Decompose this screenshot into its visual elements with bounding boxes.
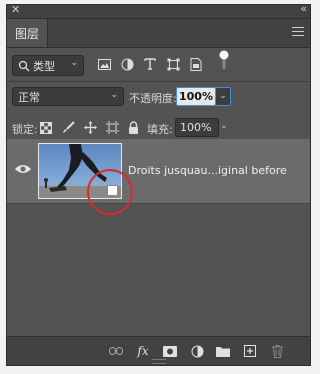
trash-icon[interactable]: [270, 344, 284, 358]
filter-toggle-icon[interactable]: [217, 50, 231, 69]
eye-icon[interactable]: [14, 163, 32, 175]
panel-titlebar: ✕ «: [7, 2, 310, 19]
filter-row: 类型 ⌄: [7, 50, 310, 79]
layer-name[interactable]: Droits jusquau...iginal before: [128, 164, 287, 177]
opacity-slider-toggle[interactable]: ⌄: [215, 87, 231, 106]
opacity-label: 不透明度:: [129, 92, 177, 105]
add-mask-icon[interactable]: [163, 344, 177, 358]
link-layers-icon[interactable]: [109, 344, 123, 358]
fill-label: 填充:: [147, 123, 173, 136]
lock-artboard-icon[interactable]: [106, 121, 119, 134]
blend-mode-value: 正常: [18, 90, 40, 104]
filter-smart-objects-icon[interactable]: [189, 57, 203, 71]
blend-mode-select[interactable]: 正常 ⌄: [12, 87, 124, 106]
fill-input[interactable]: 100%: [175, 118, 219, 137]
panel-menu-icon[interactable]: [292, 27, 304, 37]
adjustment-layer-icon[interactable]: [190, 344, 204, 358]
search-icon: [18, 60, 30, 71]
filter-kind-select[interactable]: 类型 ⌄: [12, 55, 84, 76]
tab-bar: 图层: [7, 19, 310, 48]
lock-row: 锁定: 填充: 100% ⌄: [7, 117, 310, 139]
filter-kind-label: 类型: [33, 59, 55, 73]
tab-layers[interactable]: 图层: [7, 19, 48, 47]
highlight-circle: [87, 169, 133, 215]
lock-transparent-pixels-icon[interactable]: [39, 121, 52, 134]
filter-type-layers-icon[interactable]: [143, 57, 157, 71]
filter-shape-layers-icon[interactable]: [166, 57, 180, 71]
layers-panel: ✕ « 图层 类型 ⌄ 正常 ⌄ 不透明度: 100% ⌄ 锁定: 填充: 10…: [6, 2, 311, 366]
collapse-panel-icon[interactable]: «: [300, 2, 307, 15]
lock-label: 锁定:: [12, 123, 38, 136]
blend-row: 正常 ⌄ 不透明度: 100% ⌄: [7, 87, 310, 111]
new-group-folder-icon[interactable]: [216, 344, 230, 358]
resize-grip[interactable]: [152, 359, 166, 364]
layers-list: Droits jusquau...iginal before: [7, 139, 310, 335]
lock-all-icon[interactable]: [127, 121, 140, 134]
fx-button[interactable]: fx: [136, 344, 150, 358]
close-panel-icon[interactable]: ✕: [11, 3, 20, 16]
filter-adjustment-layers-icon[interactable]: [120, 57, 134, 71]
lock-position-icon[interactable]: [84, 121, 97, 134]
chevron-down-icon: ⌄: [110, 90, 118, 100]
layer-row[interactable]: Droits jusquau...iginal before: [7, 139, 310, 215]
panel-footer: fx: [7, 336, 310, 365]
fill-slider-toggle[interactable]: ⌄: [217, 118, 231, 135]
chevron-down-icon: ⌄: [70, 58, 78, 68]
opacity-input[interactable]: 100%: [176, 87, 216, 106]
lock-image-pixels-icon[interactable]: [62, 121, 75, 134]
new-layer-icon[interactable]: [243, 344, 257, 358]
filter-pixel-layers-icon[interactable]: [97, 57, 111, 71]
divider: [7, 81, 310, 82]
